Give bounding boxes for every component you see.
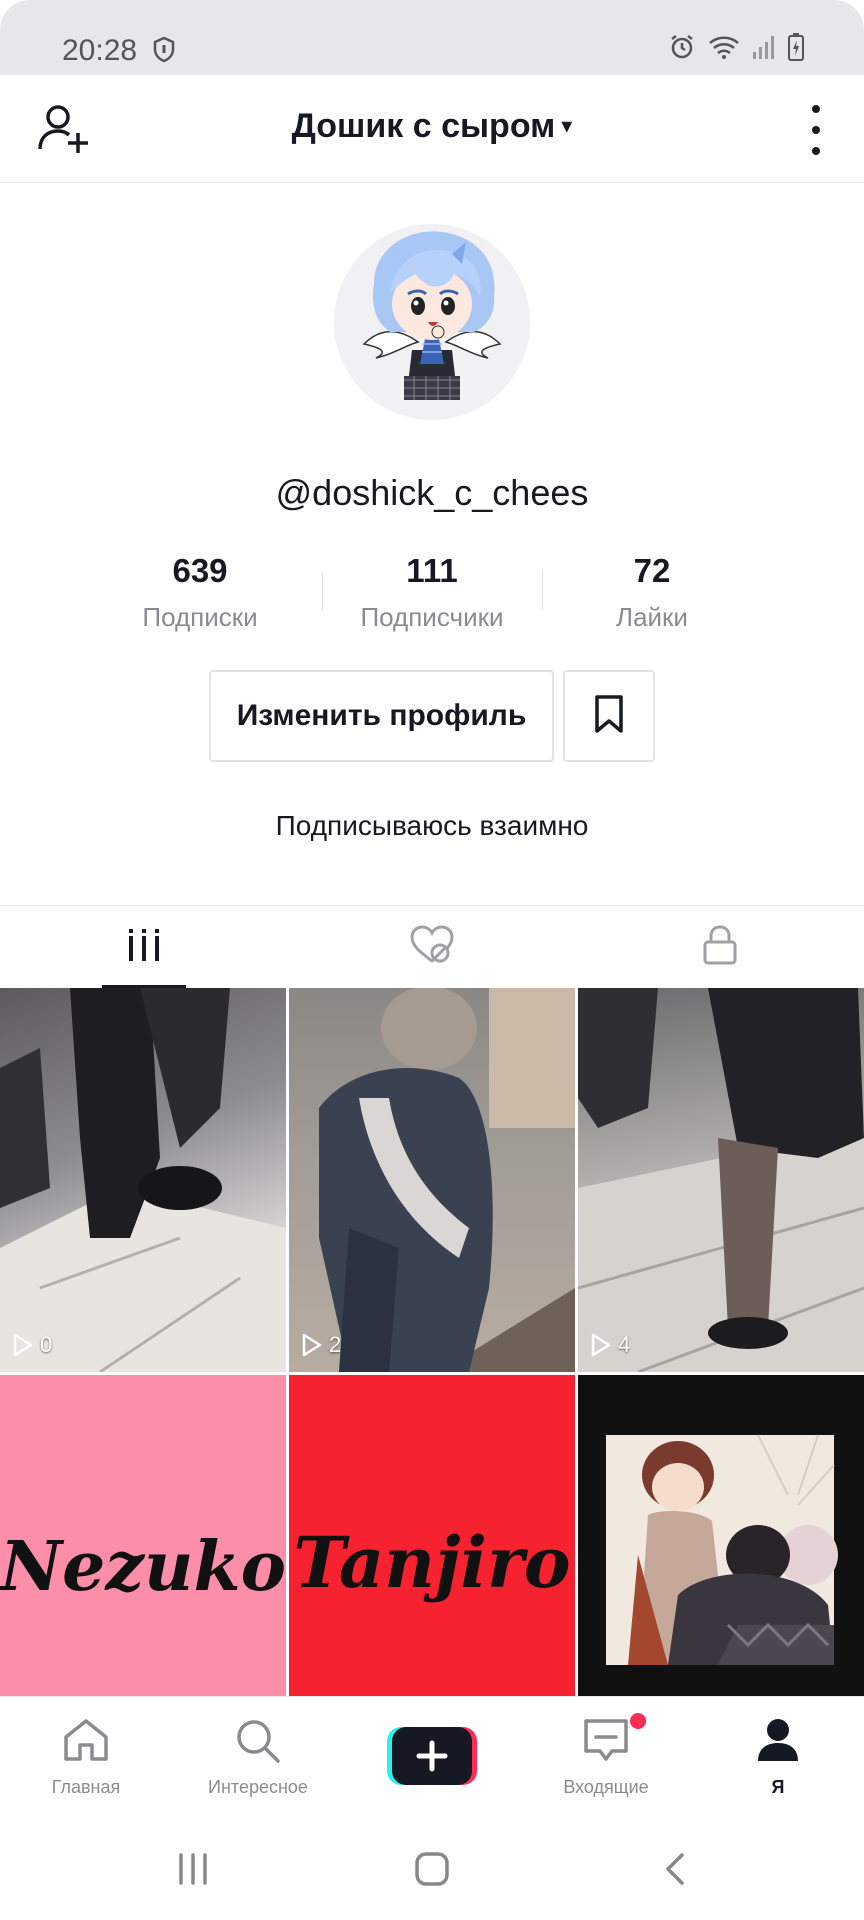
following-stat[interactable]: 639 Подписки	[100, 552, 300, 633]
home-icon	[62, 1717, 110, 1768]
video-thumbnail[interactable]: 0	[0, 988, 286, 1372]
chevron-down-icon: ▾	[561, 113, 573, 138]
stat-divider	[542, 572, 543, 610]
recent-apps-icon[interactable]	[176, 1852, 210, 1891]
profile-bio: Подписываюсь взаимно	[275, 810, 589, 841]
bottom-navigation: Главная Интересное Входящие Я	[0, 1696, 864, 1820]
account-name: Дошик с сыром	[291, 107, 556, 145]
signal-icon	[752, 34, 776, 65]
video-title-text: Tanjiro	[293, 1521, 571, 1604]
tab-videos[interactable]	[0, 906, 288, 989]
nav-me-label: Я	[771, 1777, 785, 1797]
video-thumbnail[interactable]: 2	[289, 988, 575, 1372]
wifi-icon	[708, 34, 740, 65]
liked-hidden-icon	[409, 925, 455, 970]
home-button-icon[interactable]	[414, 1852, 450, 1891]
followers-count: 111	[406, 552, 458, 589]
profile-icon	[756, 1717, 800, 1768]
alarm-icon	[668, 33, 696, 66]
nav-discover[interactable]: Интересное	[172, 1697, 344, 1821]
profile-stats: 639 Подписки 111 Подписчики 72 Лайки	[100, 552, 764, 632]
likes-stat[interactable]: 72 Лайки	[552, 552, 752, 633]
status-icons	[668, 33, 804, 66]
tab-liked[interactable]	[288, 906, 576, 989]
nav-inbox-label: Входящие	[563, 1777, 649, 1797]
edit-profile-button[interactable]: Изменить профиль	[209, 670, 554, 762]
profile-tabs	[0, 905, 864, 989]
shield-icon	[152, 36, 176, 69]
status-bar: 20:28	[0, 0, 864, 75]
system-navigation	[0, 1820, 864, 1920]
favorites-button[interactable]	[563, 670, 655, 762]
video-thumbnail[interactable]: Tanjiro	[289, 1375, 575, 1696]
video-grid: 0 2 4 Nezuko Tanjiro	[0, 988, 864, 1696]
status-time: 20:28	[62, 34, 138, 67]
play-icon	[591, 1333, 611, 1357]
grid-icon	[127, 927, 161, 968]
battery-icon	[788, 33, 804, 66]
avatar[interactable]	[334, 224, 530, 420]
nav-inbox[interactable]: Входящие	[520, 1697, 692, 1821]
bookmark-icon	[591, 693, 627, 740]
video-title-text: Nezuko	[0, 1527, 286, 1607]
notification-dot	[630, 1713, 646, 1729]
followers-label: Подписчики	[360, 602, 504, 632]
video-thumbnail[interactable]: Nezuko	[0, 1375, 286, 1696]
nav-home[interactable]: Главная	[0, 1697, 172, 1821]
video-thumbnail[interactable]: 4	[578, 988, 864, 1372]
nav-discover-label: Интересное	[208, 1777, 308, 1797]
play-icon	[302, 1333, 322, 1357]
play-icon	[13, 1333, 33, 1357]
likes-label: Лайки	[616, 602, 688, 632]
followers-stat[interactable]: 111 Подписчики	[332, 552, 532, 633]
following-label: Подписки	[142, 602, 258, 632]
back-icon[interactable]	[660, 1852, 690, 1891]
view-count: 0	[12, 1332, 52, 1358]
lock-icon	[702, 924, 738, 971]
more-vertical-icon[interactable]	[804, 105, 828, 155]
view-count: 2	[301, 1332, 341, 1358]
tab-private[interactable]	[576, 906, 864, 989]
following-count: 639	[172, 552, 228, 589]
search-icon	[234, 1717, 282, 1768]
view-count: 4	[590, 1332, 630, 1358]
profile-header: Дошик с сыром ▾	[0, 75, 864, 183]
stat-divider	[322, 572, 323, 610]
inbox-icon	[582, 1717, 630, 1768]
nav-home-label: Главная	[51, 1777, 121, 1797]
nav-me[interactable]: Я	[692, 1697, 864, 1821]
video-thumbnail[interactable]	[578, 1375, 864, 1696]
likes-count: 72	[633, 552, 671, 589]
create-button[interactable]	[387, 1727, 477, 1785]
username: @doshick_c_chees	[275, 472, 589, 513]
account-switcher[interactable]: Дошик с сыром ▾	[0, 107, 864, 146]
